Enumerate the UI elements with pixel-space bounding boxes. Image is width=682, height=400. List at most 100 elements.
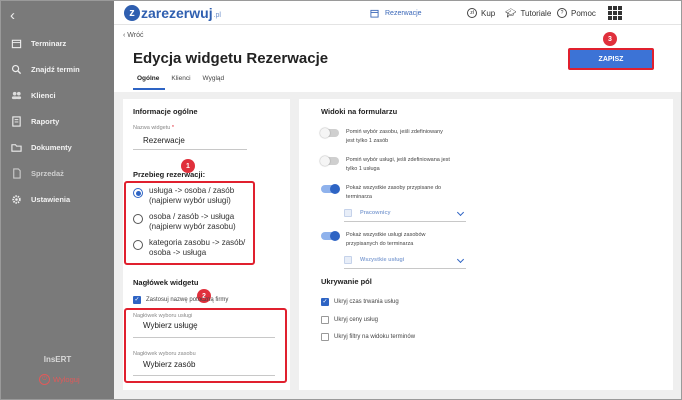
divider: [344, 221, 466, 222]
report-icon: [1, 115, 31, 127]
toggle-switch[interactable]: [321, 230, 340, 241]
select-workers[interactable]: Pracownicy: [344, 209, 391, 217]
cart-icon: zł: [467, 8, 477, 18]
select-value: Pracownicy: [360, 210, 391, 216]
checkbox-label: Zastosuj nazwę potoczną firmy: [146, 297, 229, 303]
tab-clients[interactable]: Klienci: [165, 74, 196, 90]
hiding-fields-title: Ukrywanie pól: [321, 277, 372, 286]
toggle-label: Pokaż wszystkie usługi zasobów przypisan…: [346, 232, 426, 247]
checkbox-label: Ukryj czas trwania usług: [334, 299, 399, 305]
calendar-icon: [1, 38, 31, 49]
checkbox-label: Ukryj ceny usług: [334, 317, 379, 323]
divider: [133, 149, 247, 150]
sidebar-item-label: Znajdź termin: [31, 64, 80, 74]
radio-option-service-first[interactable]: usługa -> osoba / zasób (najpierw wybór …: [133, 186, 234, 206]
sidebar: ‹ Terminarz Znajdź termin Klienci Raport…: [1, 1, 114, 399]
radio-label: osoba / zasób -> usługa (najpierw wybór …: [149, 212, 236, 231]
sidebar-item-label: Terminarz: [31, 38, 67, 48]
checkbox: [344, 209, 352, 217]
divider: [344, 268, 466, 269]
brand-label: InsERT: [43, 355, 72, 364]
page-title: Edycja widgetu Rezerwacje: [133, 50, 329, 67]
sidebar-collapse-icon[interactable]: ‹: [10, 7, 15, 24]
checkbox[interactable]: [133, 296, 141, 304]
checkbox[interactable]: [321, 316, 329, 324]
toggle-switch[interactable]: [321, 183, 340, 194]
document-icon: [1, 167, 31, 179]
toggle-switch[interactable]: [320, 155, 339, 166]
toggle-label: Pomiń wybór zasobu, jeśli zdefiniowany j…: [346, 129, 443, 144]
save-button[interactable]: ZAPISZ: [568, 48, 654, 70]
radio-option-category-first[interactable]: kategoria zasobu -> zasób/ osoba -> usłu…: [133, 238, 245, 258]
checkbox-label: Ukryj filtry na widoku terminów: [334, 334, 416, 340]
nav-tutorials[interactable]: 🎓︎ Tutoriale: [505, 8, 551, 19]
logo-suffix: .pl: [213, 11, 221, 19]
radio-label: usługa -> osoba / zasób (najpierw wybór …: [149, 186, 235, 205]
sidebar-item-klienci[interactable]: Klienci: [1, 85, 114, 105]
widget-header-title: Nagłówek widgetu: [133, 278, 199, 287]
help-icon: ?: [557, 8, 567, 18]
hide-duration-checkbox[interactable]: Ukryj czas trwania usług: [321, 298, 399, 306]
callout-badge-3: 3: [603, 32, 617, 46]
sidebar-item-ustawienia[interactable]: Ustawienia: [1, 189, 114, 209]
checkbox: [344, 256, 352, 264]
tab-general[interactable]: Ogólne: [133, 74, 166, 90]
toggle-show-all-services[interactable]: Pokaż wszystkie usługi zasobów przypisan…: [321, 230, 426, 248]
nav-reservations[interactable]: Rezerwacje: [370, 9, 422, 18]
use-company-name-checkbox[interactable]: Zastosuj nazwę potoczną firmy: [133, 296, 228, 304]
hide-filters-checkbox[interactable]: Ukryj filtry na widoku terminów: [321, 333, 415, 341]
sidebar-item-label: Dokumenty: [31, 142, 72, 152]
apps-grid-icon[interactable]: [608, 6, 622, 20]
tab-appearance[interactable]: Wygląd: [197, 74, 231, 90]
highlight-box-2: [124, 308, 287, 383]
widget-name-input[interactable]: Rezerwacje: [143, 136, 185, 145]
nav-tutorials-label: Tutoriale: [520, 9, 552, 18]
widget-name-label: Nazwa widgetu *: [133, 125, 174, 131]
topbar: z zarezerwuj .pl Rezerwacje zł Kup 🎓︎ Tu…: [114, 1, 681, 25]
toggle-show-all-resources[interactable]: Pokaż wszystkie zasoby przypisane do ter…: [321, 183, 442, 201]
logo-text: zarezerwuj: [141, 5, 213, 21]
sidebar-item-label: Ustawienia: [31, 194, 71, 204]
service-header-label: Nagłówek wyboru usługi: [133, 313, 193, 319]
resource-header-input[interactable]: Wybierz zasób: [143, 360, 195, 369]
logout-label: Wyloguj: [53, 375, 80, 384]
select-value: Wszystkie usługi: [360, 257, 405, 263]
app-logo[interactable]: z zarezerwuj .pl: [124, 5, 221, 21]
tabs: Ogólne Klienci Wygląd: [133, 74, 230, 90]
back-link[interactable]: ‹ Wróć: [123, 32, 143, 39]
nav-buy[interactable]: zł Kup: [467, 8, 495, 18]
logout-button[interactable]: ⏻ Wyloguj: [39, 374, 80, 385]
calendar-icon: [370, 9, 379, 18]
general-info-title: Informacje ogólne: [133, 107, 198, 116]
logo-mark: z: [124, 5, 140, 21]
hide-prices-checkbox[interactable]: Ukryj ceny usług: [321, 316, 378, 324]
toggle-label: Pomiń wybór usługi, jeśli zdefiniowana j…: [346, 157, 450, 172]
toggle-switch[interactable]: [320, 127, 339, 138]
resource-header-label: Nagłówek wyboru zasobu: [133, 351, 196, 357]
checkbox[interactable]: [321, 298, 329, 306]
sidebar-item-label: Raporty: [31, 116, 60, 126]
radio-button[interactable]: [133, 214, 143, 224]
sidebar-item-sprzedaz[interactable]: Sprzedaż: [1, 163, 114, 183]
nav-help[interactable]: ? Pomoc: [557, 8, 596, 18]
toggle-label: Pokaż wszystkie zasoby przypisane do ter…: [346, 185, 442, 200]
select-services[interactable]: Wszystkie usługi: [344, 256, 404, 264]
sidebar-item-znajdz-termin[interactable]: Znajdź termin: [1, 59, 114, 79]
form-views-title: Widoki na formularzu: [321, 107, 398, 116]
sidebar-item-raporty[interactable]: Raporty: [1, 111, 114, 131]
radio-option-resource-first[interactable]: osoba / zasób -> usługa (najpierw wybór …: [133, 212, 236, 232]
search-icon: [1, 64, 31, 75]
sidebar-item-label: Sprzedaż: [31, 168, 64, 178]
service-header-input[interactable]: Wybierz usługę: [143, 321, 198, 330]
sidebar-item-dokumenty[interactable]: Dokumenty: [1, 137, 114, 157]
checkbox[interactable]: [321, 333, 329, 341]
nav-buy-label: Kup: [481, 8, 496, 18]
toggle-skip-resource[interactable]: Pomiń wybór zasobu, jeśli zdefiniowany j…: [320, 127, 443, 145]
sidebar-item-terminarz[interactable]: Terminarz: [1, 33, 114, 53]
radio-button[interactable]: [133, 240, 143, 250]
callout-badge-1: 1: [181, 159, 195, 173]
sidebar-item-label: Klienci: [31, 90, 56, 100]
toggle-skip-service[interactable]: Pomiń wybór usługi, jeśli zdefiniowana j…: [320, 155, 450, 173]
radio-button[interactable]: [133, 188, 143, 198]
nav-reservations-label: Rezerwacje: [385, 10, 422, 17]
